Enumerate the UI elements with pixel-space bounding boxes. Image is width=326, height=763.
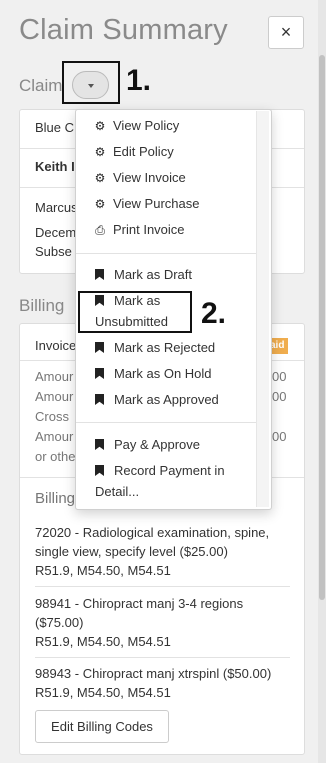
code-description: 98941 - Chiropract manj 3-4 regions xyxy=(35,596,244,611)
diagnosis-codes: R51.9, M54.50, M54.51 xyxy=(35,634,171,649)
gear-icon: ⚙ xyxy=(94,119,106,133)
menu-item-label: View Invoice xyxy=(113,170,186,185)
gear-icon: ⚙ xyxy=(94,197,106,211)
bookmark-icon xyxy=(95,368,104,379)
printer-icon: ⎙ xyxy=(95,223,105,237)
menu-item-mark-on-hold[interactable]: Mark as On Hold xyxy=(93,366,212,381)
menu-item-view-invoice[interactable]: ⚙ View Invoice xyxy=(93,170,186,185)
amount-label: Amour xyxy=(35,389,74,404)
menu-item-label: Mark as Approved xyxy=(114,392,219,407)
amount-label: Amour xyxy=(35,369,74,384)
claim-subtext: Subse xyxy=(35,244,72,259)
gear-icon: ⚙ xyxy=(94,145,106,159)
page-title: Claim Summary xyxy=(19,14,228,46)
menu-item-label: Pay & Approve xyxy=(114,437,200,452)
menu-divider xyxy=(76,253,256,254)
menu-item-label: Mark as Draft xyxy=(114,267,193,282)
code-description: ($75.00) xyxy=(35,615,84,630)
amount-value: 00 xyxy=(272,369,287,384)
menu-item-mark-approved[interactable]: Mark as Approved xyxy=(93,392,219,407)
annotation-box-2 xyxy=(78,291,192,333)
bookmark-icon xyxy=(95,439,104,450)
menu-item-label: Edit Policy xyxy=(113,144,174,159)
menu-item-pay-approve[interactable]: Pay & Approve xyxy=(93,437,200,452)
billing-code-item: 98941 - Chiropract manj 3-4 regions ($75… xyxy=(35,594,295,651)
menu-item-view-policy[interactable]: ⚙ View Policy xyxy=(93,118,180,133)
billing-code-item: 98943 - Chiropract manj xtrspinl ($50.00… xyxy=(35,664,295,702)
menu-item-label: Record Payment in xyxy=(114,463,225,478)
annotation-number-2: 2. xyxy=(201,297,227,330)
menu-item-record-payment-line2[interactable]: Detail... xyxy=(95,484,139,499)
menu-item-edit-policy[interactable]: ⚙ Edit Policy xyxy=(93,144,174,159)
code-description: 72020 - Radiological examination, spine, xyxy=(35,525,270,540)
menu-item-print-invoice[interactable]: ⎙ Print Invoice xyxy=(93,222,185,238)
amount-label: Amour xyxy=(35,429,74,444)
menu-item-record-payment[interactable]: Record Payment in xyxy=(93,463,225,478)
other-label: or othe xyxy=(35,449,76,464)
annotation-number-1: 1. xyxy=(126,64,152,97)
bookmark-icon xyxy=(95,394,104,405)
code-description: 98943 - Chiropract manj xtrspinl ($50.00… xyxy=(35,666,272,681)
billing-code-item: 72020 - Radiological examination, spine,… xyxy=(35,523,295,580)
annotation-box-1 xyxy=(62,61,120,104)
diagnosis-codes: R51.9, M54.50, M54.51 xyxy=(35,685,171,700)
menu-item-view-purchase[interactable]: ⚙ View Purchase xyxy=(93,196,200,211)
menu-item-label: View Purchase xyxy=(113,196,200,211)
claim-section-heading: Claim xyxy=(19,76,63,95)
bookmark-icon xyxy=(95,342,104,353)
gear-icon: ⚙ xyxy=(94,171,106,185)
menu-item-label: Mark as Rejected xyxy=(114,340,216,355)
billing-section-heading: Billing xyxy=(19,296,65,315)
code-divider xyxy=(35,657,290,658)
payer-name: Blue C xyxy=(35,120,75,135)
page-scroll-thumb[interactable] xyxy=(319,55,325,600)
cross-label: Cross xyxy=(35,409,69,424)
billing-codes-heading: Billing xyxy=(35,490,76,507)
amount-value: 00 xyxy=(272,389,287,404)
code-divider xyxy=(35,586,290,587)
bookmark-icon xyxy=(95,269,104,280)
diagnosis-codes: R51.9, M54.50, M54.51 xyxy=(35,563,171,578)
bookmark-icon xyxy=(95,465,104,476)
patient-name: Keith I xyxy=(35,159,75,174)
code-description: single view, specify level ($25.00) xyxy=(35,544,228,559)
menu-item-mark-rejected[interactable]: Mark as Rejected xyxy=(93,340,215,355)
invoice-label: Invoice xyxy=(35,338,77,353)
menu-scrollbar[interactable] xyxy=(256,111,269,507)
menu-item-label: Mark as On Hold xyxy=(114,366,212,381)
amount-value: 00 xyxy=(272,429,287,444)
menu-item-label: View Policy xyxy=(113,118,180,133)
provider-name: Marcus xyxy=(35,200,78,215)
edit-billing-codes-button[interactable]: Edit Billing Codes xyxy=(35,710,169,743)
menu-divider xyxy=(76,422,256,423)
close-button[interactable]: × xyxy=(268,16,304,49)
claim-date: Decem xyxy=(35,225,77,240)
menu-item-mark-draft[interactable]: Mark as Draft xyxy=(93,267,192,282)
menu-item-label: Print Invoice xyxy=(113,222,185,237)
